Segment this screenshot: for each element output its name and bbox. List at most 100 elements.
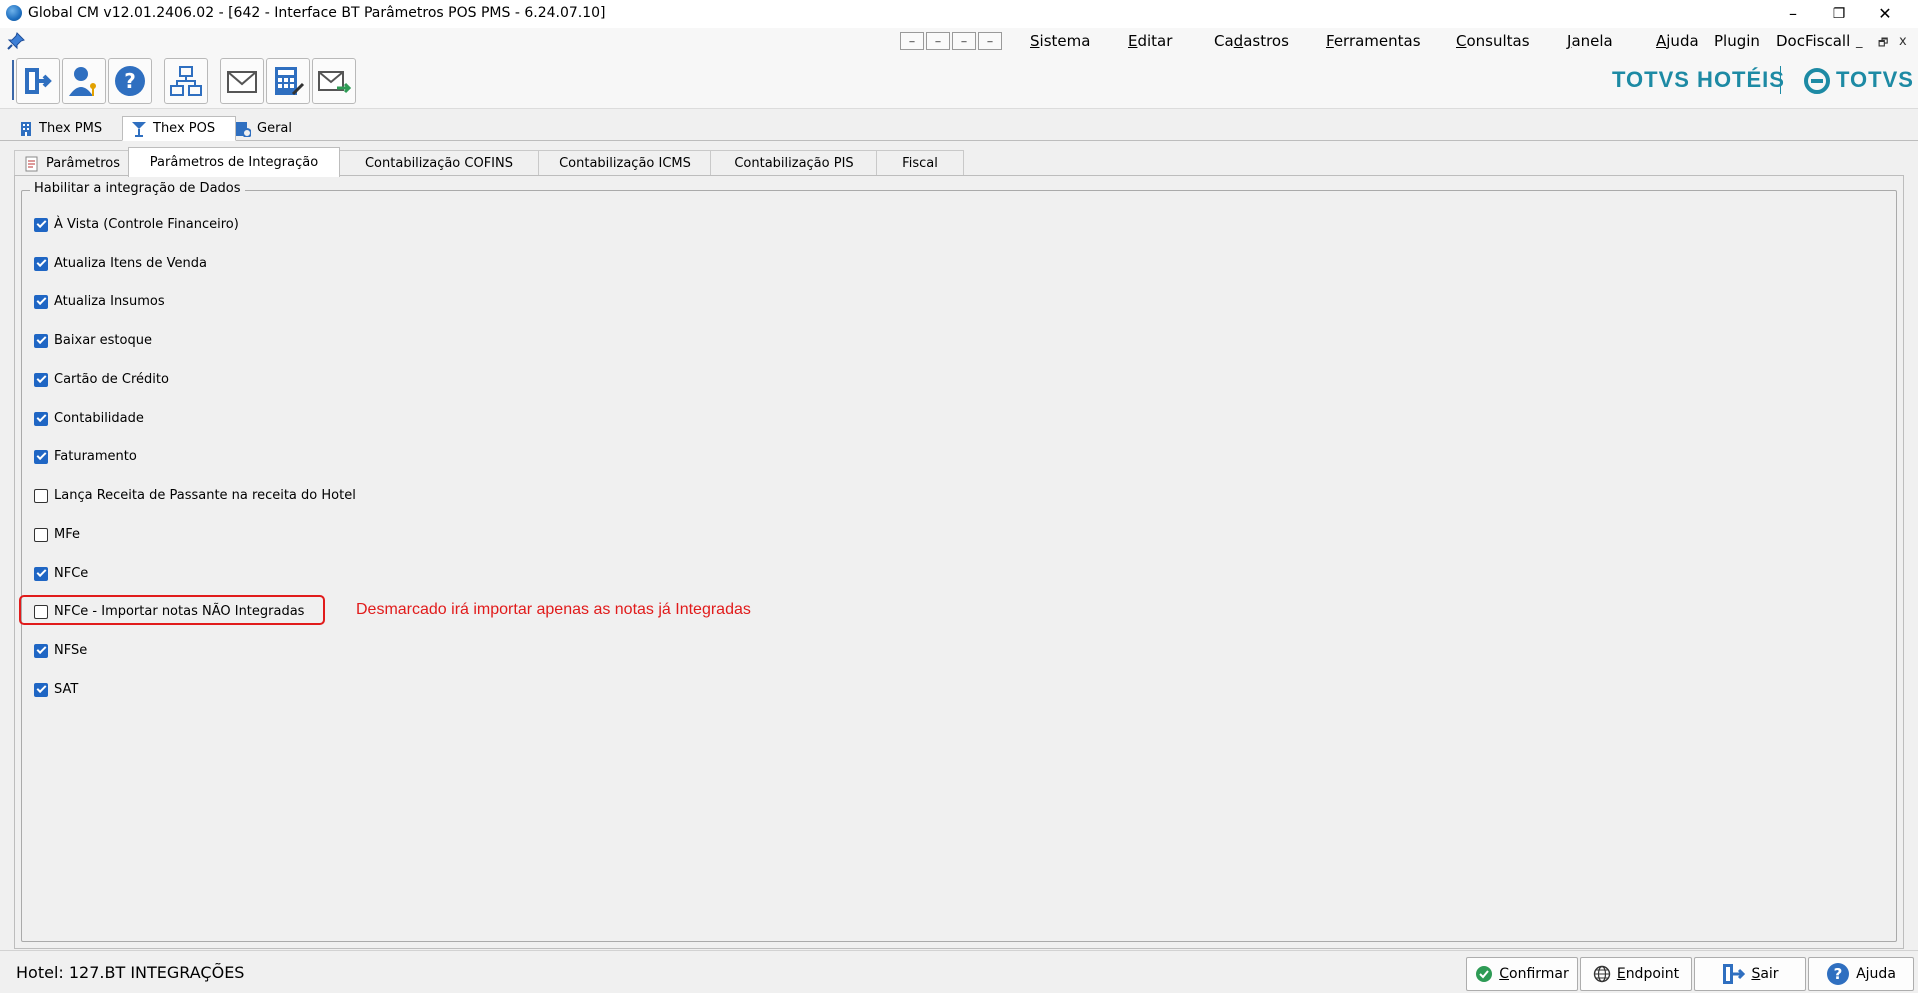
tab-contabilizacao-icms[interactable]: Contabilização ICMS [538, 150, 712, 176]
option-label: SAT [54, 682, 79, 697]
title-bar: Global CM v12.01.2406.02 - [642 - Interf… [0, 0, 1918, 28]
option-atualiza-itens-de-venda[interactable]: Atualiza Itens de Venda [34, 256, 207, 271]
child-restore-button[interactable]: 🗗 [1878, 34, 1888, 53]
option-faturamento[interactable]: Faturamento [34, 449, 137, 464]
globe-app-icon [6, 5, 22, 21]
option-lanca-receita-de-passante[interactable]: Lança Receita de Passante na receita do … [34, 488, 356, 503]
child-minimize-button[interactable]: _ [1856, 34, 1863, 49]
option-label: Atualiza Insumos [54, 294, 165, 309]
tab-parametros[interactable]: Parâmetros [14, 150, 130, 176]
option-a-vista[interactable]: À Vista (Controle Financeiro) [34, 217, 239, 232]
checkbox[interactable] [34, 372, 48, 387]
pin-icon[interactable] [6, 31, 26, 51]
tab-label: Contabilização ICMS [559, 156, 691, 171]
mail-button[interactable] [220, 58, 264, 104]
tab-thex-pms[interactable]: Thex PMS [10, 116, 130, 141]
option-label: NFSe [54, 643, 88, 658]
calculator-icon [275, 67, 305, 96]
option-baixar-estoque[interactable]: Baixar estoque [34, 333, 152, 348]
option-atualiza-insumos[interactable]: Atualiza Insumos [34, 294, 165, 309]
tab-contabilizacao-pis[interactable]: Contabilização PIS [710, 150, 878, 176]
svg-text:?: ? [1834, 965, 1843, 983]
menu-bar: _ _ _ _ Sistema Editar Cadastros Ferrame… [0, 28, 1918, 54]
option-contabilidade[interactable]: Contabilidade [34, 411, 144, 426]
close-button[interactable]: ✕ [1862, 0, 1908, 28]
sair-button[interactable]: Sair [1694, 957, 1806, 991]
menu-sistema[interactable]: Sistema [1030, 32, 1090, 50]
menu-editar[interactable]: Editar [1128, 32, 1172, 50]
document-icon [25, 156, 38, 171]
check-icon [1476, 966, 1493, 982]
checkbox[interactable] [34, 604, 48, 619]
button-label: Ajuda [1856, 966, 1896, 982]
checkbox[interactable] [34, 333, 48, 348]
option-nfse[interactable]: NFSe [34, 643, 87, 658]
option-nfce[interactable]: NFCe [34, 566, 88, 581]
button-label: Sair [1751, 966, 1779, 982]
minimize-button[interactable]: – [1770, 0, 1816, 28]
brand-divider [1780, 66, 1781, 94]
checkbox[interactable] [34, 527, 48, 542]
tab-contabilizacao-cofins[interactable]: Contabilização COFINS [338, 150, 540, 176]
menu-ajuda[interactable]: Ajuda [1656, 32, 1699, 50]
tab-fiscal[interactable]: Fiscal [876, 150, 964, 176]
groupbox-legend: Habilitar a integração de Dados [30, 181, 245, 196]
endpoint-button[interactable]: Endpoint [1580, 957, 1692, 991]
menu-docfiscall[interactable]: DocFiscall [1776, 32, 1850, 50]
hierarchy-button[interactable] [164, 58, 208, 104]
tab-label: Geral [257, 121, 292, 136]
tab-label: Contabilização COFINS [364, 156, 513, 171]
checkbox[interactable] [34, 488, 48, 503]
menu-ferramentas[interactable]: Ferramentas [1326, 32, 1421, 50]
checkbox[interactable] [34, 682, 48, 697]
tab-label: Fiscal [902, 156, 938, 171]
option-mfe[interactable]: MFe [34, 527, 80, 542]
tab-thex-pos[interactable]: Thex POS [122, 116, 236, 141]
mdi-button[interactable]: _ [900, 32, 924, 50]
cocktail-icon [132, 121, 146, 137]
menu-janela[interactable]: Janela [1567, 32, 1613, 50]
checkbox[interactable] [34, 643, 48, 658]
option-cartao-de-credito[interactable]: Cartão de Crédito [34, 372, 169, 387]
ajuda-button[interactable]: ? Ajuda [1808, 957, 1914, 991]
mdi-window-buttons: _ _ _ _ [900, 32, 1002, 50]
mdi-button[interactable]: _ [926, 32, 950, 50]
checkbox[interactable] [34, 294, 48, 309]
menu-consultas[interactable]: Consultas [1456, 32, 1530, 50]
checkbox[interactable] [34, 256, 48, 271]
help-button[interactable]: ? [108, 58, 152, 104]
checkbox[interactable] [34, 411, 48, 426]
mdi-button[interactable]: _ [952, 32, 976, 50]
tab-parametros-de-integracao[interactable]: Parâmetros de Integração [128, 147, 340, 177]
tab-label: Thex PMS [39, 121, 103, 136]
checkbox[interactable] [34, 449, 48, 464]
checkbox[interactable] [34, 566, 48, 581]
maximize-button[interactable]: ❐ [1816, 0, 1862, 28]
option-label: À Vista (Controle Financeiro) [54, 217, 239, 232]
mail-forward-button[interactable] [312, 58, 356, 104]
exit-icon [1723, 964, 1746, 984]
child-close-button[interactable]: x [1899, 34, 1907, 49]
toolbar: ? TOTVS HOTÉIS TOTVS [0, 54, 1918, 109]
option-nfce-importar-notas-nao-integradas[interactable]: NFCe - Importar notas NÃO Integradas [34, 604, 304, 619]
confirm-button[interactable]: Confirmar [1466, 957, 1578, 991]
tab-content-panel: Habilitar a integração de Dados À Vista … [14, 175, 1904, 949]
window-title: Global CM v12.01.2406.02 - [642 - Interf… [28, 5, 606, 21]
option-label: NFCe [54, 566, 89, 581]
option-label: Atualiza Itens de Venda [54, 256, 207, 271]
option-sat[interactable]: SAT [34, 682, 78, 697]
menu-cadastros[interactable]: Cadastros [1214, 32, 1289, 50]
help-icon: ? [1827, 963, 1850, 985]
mdi-button[interactable]: _ [978, 32, 1002, 50]
mail-icon [227, 71, 257, 93]
menu-plugin[interactable]: Plugin [1714, 32, 1760, 50]
user-key-button[interactable] [62, 58, 106, 104]
checkbox[interactable] [34, 217, 48, 232]
status-bar: Hotel: 127.BT INTEGRAÇÕES Confirmar Endp… [0, 950, 1918, 993]
exit-button[interactable] [16, 58, 60, 104]
totvs-logo-icon [1804, 68, 1830, 94]
calculator-button[interactable] [266, 58, 310, 104]
tab-label: Contabilização PIS [734, 156, 854, 171]
tab-geral[interactable]: Geral [226, 116, 324, 141]
hotel-label: Hotel: 127.BT INTEGRAÇÕES [16, 963, 245, 982]
